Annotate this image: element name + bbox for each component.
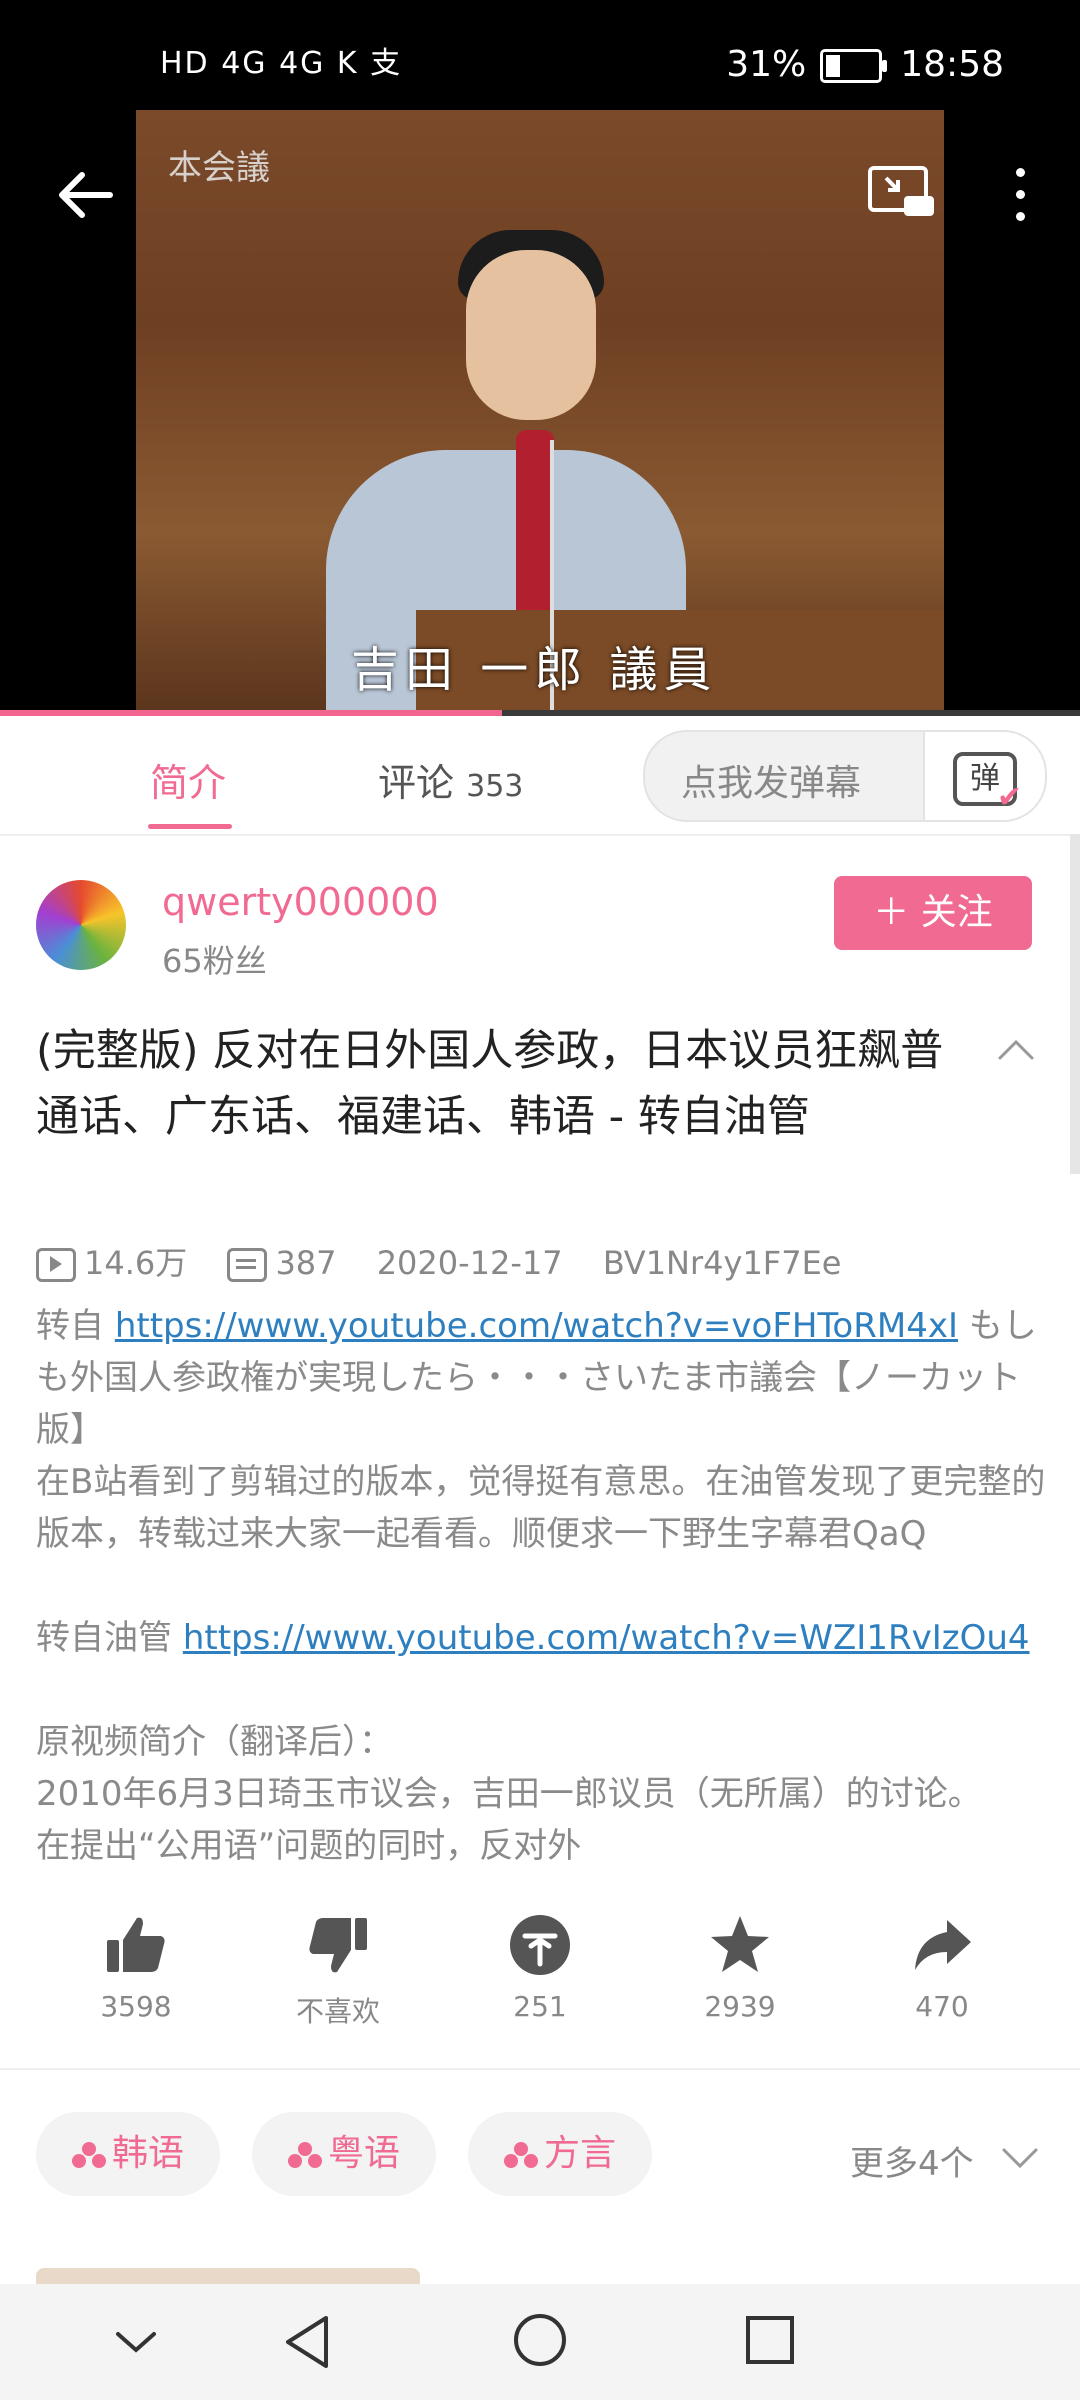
desc-paragraph-6: 在提出“公用语”问题的同时，反对外 bbox=[36, 1826, 582, 1866]
uploader-name[interactable]: qwerty000000 bbox=[162, 880, 439, 924]
bvid: BV1Nr4y1F7Ee bbox=[602, 1244, 842, 1282]
video-overlay-label: 本会議 bbox=[168, 148, 270, 188]
tag-label: 粤语 bbox=[328, 2133, 401, 2174]
battery-icon bbox=[820, 49, 888, 83]
dislike-button[interactable]: 不喜欢 bbox=[268, 1912, 408, 2030]
coin-icon bbox=[510, 1915, 570, 1975]
tag-cantonese[interactable]: 粤语 bbox=[252, 2112, 437, 2196]
action-bar: 3598 不喜欢 251 2939 470 bbox=[0, 1912, 1080, 2042]
tag-label: 韩语 bbox=[112, 2133, 185, 2174]
video-speaker-head bbox=[466, 250, 596, 420]
danmaku-placeholder: 点我发弹幕 bbox=[681, 763, 862, 804]
status-network: HD 4G 4G K 支 bbox=[160, 46, 403, 81]
desc-paragraph-4: 原视频简介（翻译后）： bbox=[36, 1722, 393, 1762]
thumbs-up-icon bbox=[107, 1917, 165, 1972]
nav-home-icon[interactable] bbox=[512, 2312, 568, 2368]
danmaku-count-icon bbox=[227, 1248, 268, 1282]
tab-comments-label: 评论 bbox=[378, 761, 455, 805]
tag-icon bbox=[504, 2142, 538, 2168]
desc-paragraph-5: 2010年6月3日琦玉市议会，吉田一郎议员（无所属）的讨论。 bbox=[36, 1774, 982, 1814]
picture-in-picture-button[interactable] bbox=[866, 164, 936, 224]
chevron-down-icon[interactable] bbox=[112, 2326, 160, 2358]
back-button[interactable] bbox=[50, 160, 120, 230]
check-icon: ✔ bbox=[997, 780, 1023, 815]
favorite-button[interactable]: 2939 bbox=[670, 1912, 810, 2023]
video-title: (完整版) 反对在日外国人参政，日本议员狂飙普通话、广东话、福建话、韩语 - 转… bbox=[36, 1026, 944, 1142]
dislike-label: 不喜欢 bbox=[295, 1995, 380, 2028]
status-bar: HD 4G 4G K 支 31% 18:58 bbox=[0, 0, 1080, 100]
desc-paragraph-2: 在B站看到了剪辑过的版本，觉得挺有意思。在油管发现了更完整的版本，转载过来大家一… bbox=[36, 1462, 1046, 1554]
video-player[interactable]: 本会議 吉田 一郎 議員 HD 4G 4G K 支 31% 18:58 bbox=[0, 0, 1080, 716]
nav-recents-icon[interactable] bbox=[744, 2314, 796, 2366]
uploader-fans: 65粉丝 bbox=[162, 942, 267, 980]
like-button[interactable]: 3598 bbox=[66, 1912, 206, 2023]
like-count: 3598 bbox=[100, 1990, 172, 2023]
thumbs-down-icon bbox=[309, 1918, 367, 1973]
play-count-icon bbox=[36, 1248, 76, 1282]
nav-back-icon[interactable] bbox=[282, 2314, 334, 2370]
collapse-button[interactable] bbox=[996, 1030, 1036, 1070]
tab-comments[interactable]: 评论 353 bbox=[378, 752, 523, 807]
favorite-count: 2939 bbox=[704, 1990, 776, 2023]
share-button[interactable]: 470 bbox=[872, 1912, 1012, 2023]
view-count: 14.6万 bbox=[84, 1244, 188, 1282]
battery-percent: 31% bbox=[726, 44, 807, 85]
divider bbox=[0, 2068, 1080, 2070]
video-frame[interactable]: 本会議 吉田 一郎 議員 bbox=[136, 110, 944, 715]
divider bbox=[0, 834, 1080, 836]
desc-prefix-1: 转自 bbox=[36, 1306, 115, 1346]
tab-intro[interactable]: 简介 bbox=[150, 752, 226, 807]
desc-link-2[interactable]: https://www.youtube.com/watch?v=WZI1RvIz… bbox=[183, 1618, 1030, 1658]
more-tags-button[interactable]: 更多4个 bbox=[850, 2136, 974, 2185]
tag-dialect[interactable]: 方言 bbox=[468, 2112, 653, 2196]
tag-label: 方言 bbox=[544, 2133, 617, 2174]
send-danmaku-input[interactable]: 点我发弹幕 弹 ✔ bbox=[643, 730, 1047, 822]
status-right: 31% 18:58 bbox=[726, 44, 1004, 85]
arrow-left-icon bbox=[59, 172, 113, 218]
avatar[interactable] bbox=[36, 880, 126, 970]
coin-count: 251 bbox=[513, 1990, 567, 2023]
desc-link-1[interactable]: https://www.youtube.com/watch?v=voFHToRM… bbox=[115, 1306, 958, 1346]
video-description: 转自 https://www.youtube.com/watch?v=voFHT… bbox=[36, 1300, 1046, 1872]
tag-icon bbox=[288, 2142, 322, 2168]
danmaku-toggle-button[interactable]: 弹 ✔ bbox=[923, 732, 1045, 820]
video-subtitle: 吉田 一郎 議員 bbox=[351, 642, 718, 698]
coin-button[interactable]: 251 bbox=[470, 1912, 610, 2023]
desc-prefix-3: 转自油管 bbox=[36, 1618, 183, 1658]
share-arrow-icon bbox=[915, 1920, 971, 1970]
pip-icon bbox=[868, 166, 934, 216]
star-icon bbox=[711, 1916, 769, 1972]
share-count: 470 bbox=[915, 1990, 969, 2023]
scrollbar[interactable] bbox=[1070, 834, 1080, 1174]
more-options-button[interactable] bbox=[1000, 166, 1040, 226]
follow-button[interactable]: ＋ 关注 bbox=[834, 876, 1032, 950]
system-nav-bar bbox=[0, 2284, 1080, 2400]
tag-icon bbox=[72, 2142, 106, 2168]
tab-active-indicator bbox=[148, 824, 232, 829]
tab-comments-count: 353 bbox=[466, 769, 524, 804]
danmaku-count: 387 bbox=[275, 1244, 337, 1282]
video-meta: 14.6万 387 2020-12-17 BV1Nr4y1F7Ee bbox=[36, 1238, 841, 1284]
status-time: 18:58 bbox=[900, 44, 1004, 85]
chevron-up-icon bbox=[998, 1039, 1034, 1060]
chevron-down-icon[interactable] bbox=[1000, 2140, 1040, 2176]
tag-korean[interactable]: 韩语 bbox=[36, 2112, 221, 2196]
publish-date: 2020-12-17 bbox=[376, 1244, 563, 1282]
